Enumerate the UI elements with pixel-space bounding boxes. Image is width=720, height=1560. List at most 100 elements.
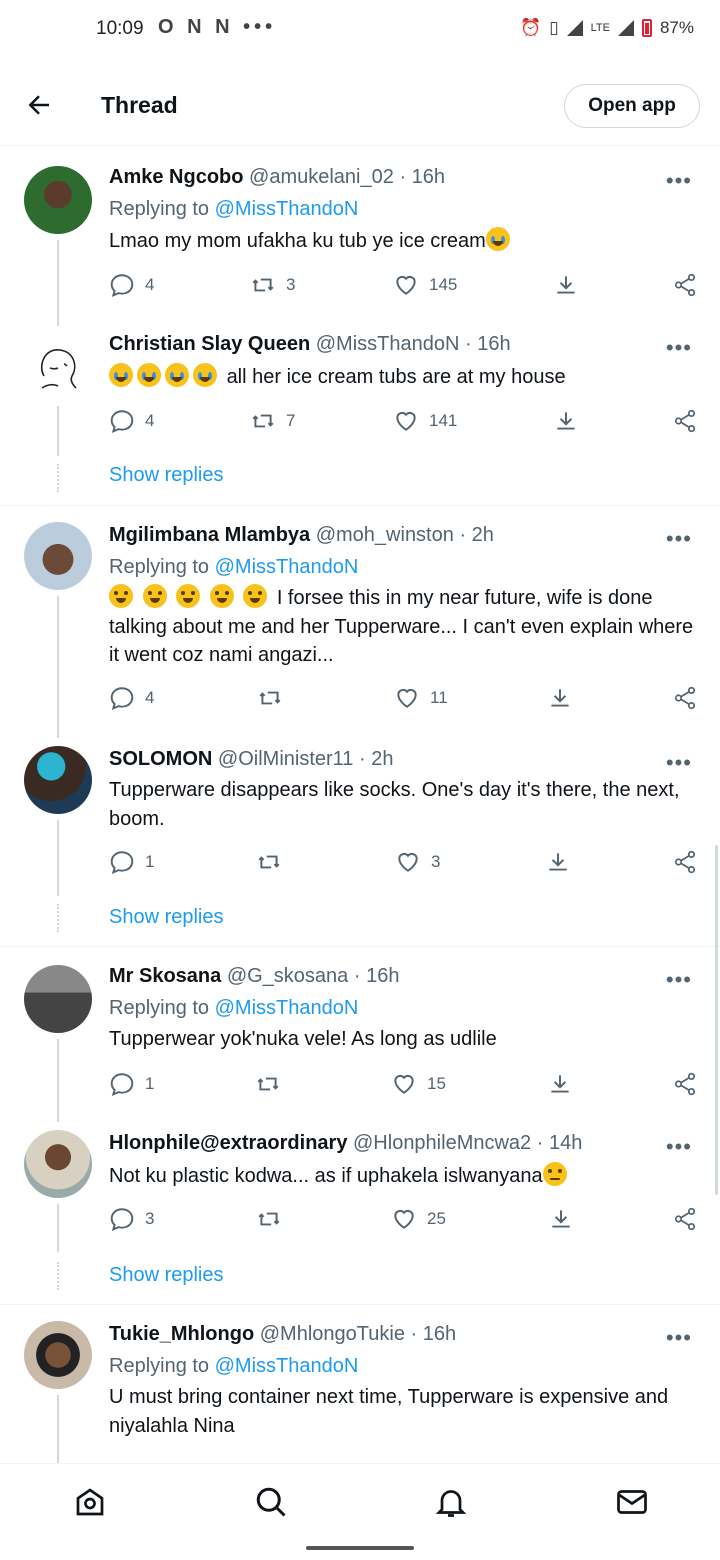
thread-line [57, 1395, 59, 1463]
avatar[interactable] [24, 965, 92, 1033]
display-name[interactable]: Mgilimbana Mlambya [109, 524, 310, 546]
mention-link[interactable]: @MissThandoN [215, 556, 359, 578]
display-name[interactable]: Amke Ngcobo [109, 166, 243, 188]
open-app-button[interactable]: Open app [564, 84, 700, 128]
tweet[interactable]: Christian Slay Queen @MissThandoN · 16h … [0, 326, 720, 506]
share-icon [674, 409, 696, 433]
share-button[interactable] [672, 408, 698, 434]
retweet-button[interactable]: 7 [250, 408, 295, 434]
share-button[interactable] [672, 1206, 698, 1232]
tweet-header: Mr Skosana @G_skosana · 16h [109, 965, 400, 987]
like-button[interactable]: 145 [393, 272, 457, 298]
avatar[interactable] [24, 522, 92, 590]
like-button[interactable]: 15 [391, 1071, 446, 1097]
handle[interactable]: @moh_winston [316, 524, 454, 546]
bookmark-button[interactable] [553, 408, 579, 434]
avatar[interactable] [24, 336, 92, 404]
back-arrow-icon[interactable] [24, 90, 54, 120]
network-type: LTE [590, 22, 610, 34]
share-button[interactable] [672, 685, 698, 711]
scrollbar[interactable] [715, 845, 718, 1195]
more-icon[interactable]: ••• [666, 335, 692, 361]
display-name[interactable]: Mr Skosana [109, 965, 221, 987]
home-icon[interactable] [72, 1484, 108, 1520]
avatar[interactable] [24, 166, 92, 234]
share-icon [674, 1072, 696, 1096]
retweet-button[interactable] [256, 1206, 292, 1232]
status-time: 10:09 [96, 18, 144, 39]
share-button[interactable] [672, 1071, 698, 1097]
timestamp[interactable]: 16h [366, 965, 399, 987]
more-icon[interactable]: ••• [666, 1134, 692, 1160]
bookmark-button[interactable] [547, 685, 573, 711]
mention-link[interactable]: @MissThandoN [215, 1355, 359, 1377]
show-replies-link[interactable]: Show replies [109, 1264, 224, 1287]
bookmark-button[interactable] [548, 1206, 574, 1232]
retweet-icon [257, 1077, 279, 1091]
handle[interactable]: @MissThandoN [316, 333, 460, 355]
like-button[interactable]: 3 [395, 849, 440, 875]
handle[interactable]: @amukelani_02 [249, 166, 394, 188]
more-icon[interactable]: ••• [666, 1325, 692, 1351]
reply-button[interactable]: 4 [109, 408, 154, 434]
avatar[interactable] [24, 746, 92, 814]
tweet-actions: 1 15 [0, 1071, 720, 1101]
heart-icon [394, 1209, 414, 1229]
reply-button[interactable]: 3 [109, 1206, 154, 1232]
more-icon[interactable]: ••• [666, 526, 692, 552]
handle[interactable]: @MhlongoTukie [260, 1323, 405, 1345]
page-title: Thread [101, 92, 178, 118]
like-button[interactable]: 25 [391, 1206, 446, 1232]
display-name[interactable]: Christian Slay Queen [109, 333, 310, 355]
retweet-button[interactable] [255, 1071, 291, 1097]
more-icon[interactable]: ••• [666, 168, 692, 194]
like-button[interactable]: 11 [394, 685, 448, 711]
gesture-handle[interactable] [306, 1546, 414, 1550]
timestamp[interactable]: 2h [472, 524, 494, 546]
retweet-button[interactable]: 3 [250, 272, 295, 298]
tweet[interactable]: Amke Ngcobo @amukelani_02 · 16h ••• Repl… [0, 150, 720, 326]
timestamp[interactable]: 14h [549, 1132, 582, 1154]
reply-button[interactable]: 1 [109, 849, 154, 875]
timestamp[interactable]: 16h [423, 1323, 456, 1345]
show-replies-link[interactable]: Show replies [109, 906, 224, 929]
timestamp[interactable]: 16h [477, 333, 510, 355]
more-icon[interactable]: ••• [666, 750, 692, 776]
bookmark-button[interactable] [545, 849, 571, 875]
handle[interactable]: @HlonphileMncwa2 [353, 1132, 531, 1154]
avatar[interactable] [24, 1321, 92, 1389]
handle[interactable]: @OilMinister11 [218, 748, 354, 770]
reply-button[interactable]: 1 [109, 1071, 154, 1097]
handle[interactable]: @G_skosana [227, 965, 348, 987]
display-name[interactable]: Tukie_Mhlongo [109, 1323, 254, 1345]
show-replies-link[interactable]: Show replies [109, 464, 224, 487]
mention-link[interactable]: @MissThandoN [215, 997, 359, 1019]
notifications-bell-icon[interactable] [433, 1484, 469, 1520]
reply-button[interactable]: 4 [109, 685, 154, 711]
reply-button[interactable]: 4 [109, 272, 154, 298]
tweet[interactable]: Tukie_Mhlongo @MhlongoTukie · 16h ••• Re… [0, 1305, 720, 1463]
display-name[interactable]: SOLOMON [109, 748, 212, 770]
tweet[interactable]: SOLOMON @OilMinister11 · 2h ••• Tupperwa… [0, 738, 720, 946]
like-button[interactable]: 141 [393, 408, 457, 434]
mention-link[interactable]: @MissThandoN [215, 198, 359, 220]
bookmark-button[interactable] [553, 272, 579, 298]
tweet[interactable]: Hlonphile@extraordinary @HlonphileMncwa2… [0, 1122, 720, 1304]
retweet-button[interactable] [256, 849, 292, 875]
messages-mail-icon[interactable] [614, 1484, 650, 1520]
timestamp[interactable]: 16h [412, 166, 445, 188]
share-button[interactable] [672, 272, 698, 298]
share-button[interactable] [672, 849, 698, 875]
more-icon[interactable]: ••• [666, 967, 692, 993]
display-name[interactable]: Hlonphile@extraordinary [109, 1132, 347, 1154]
heart-icon [397, 688, 417, 708]
tweet[interactable]: Mr Skosana @G_skosana · 16h ••• Replying… [0, 947, 720, 1122]
reply-icon [110, 851, 134, 874]
retweet-button[interactable] [257, 685, 293, 711]
avatar[interactable] [24, 1130, 92, 1198]
bookmark-button[interactable] [547, 1071, 573, 1097]
search-icon[interactable] [253, 1484, 289, 1520]
retweet-icon [258, 855, 280, 869]
tweet[interactable]: Mgilimbana Mlambya @moh_winston · 2h •••… [0, 506, 720, 738]
timestamp[interactable]: 2h [371, 748, 393, 770]
